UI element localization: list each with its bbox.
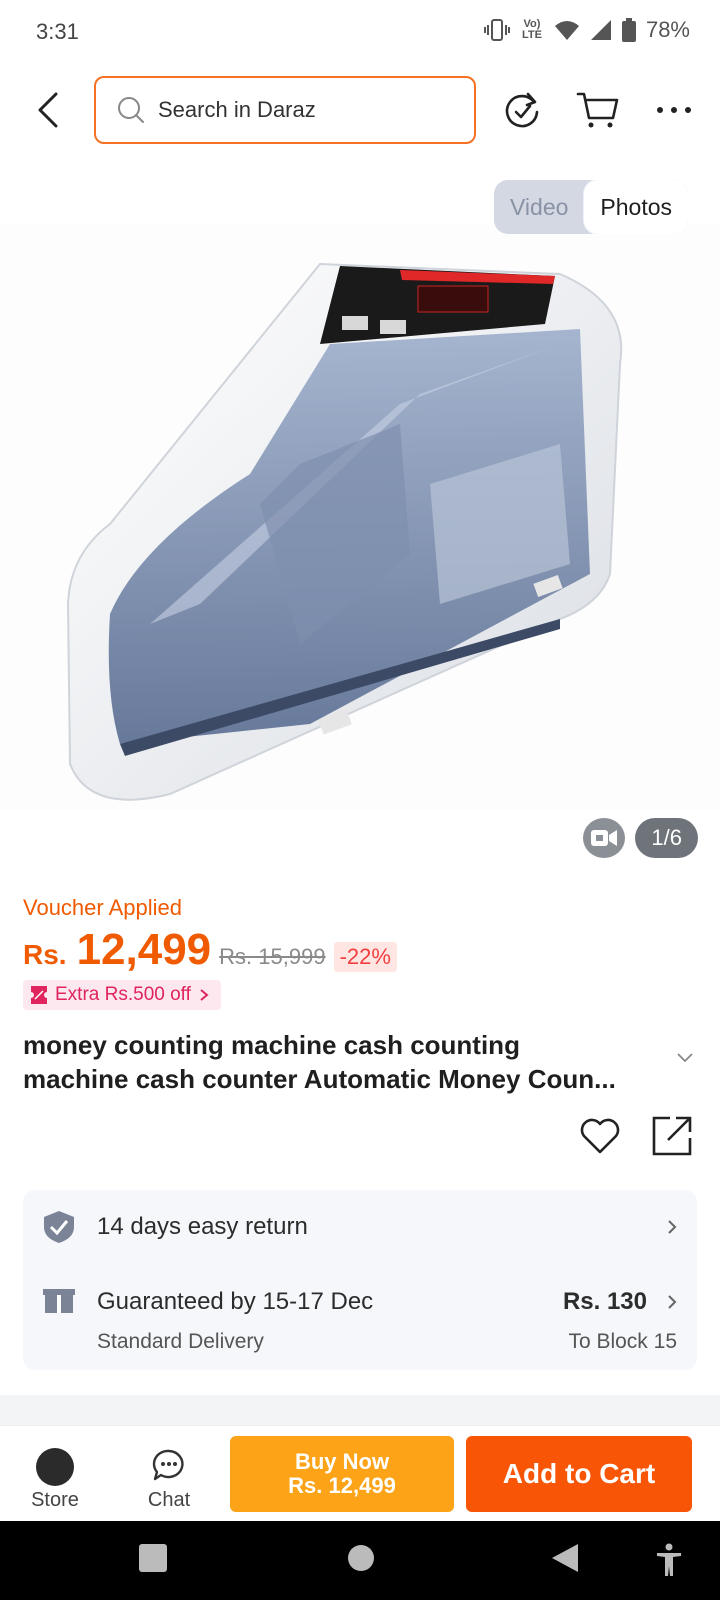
product-image[interactable]: [0, 224, 720, 810]
add-to-cart-button[interactable]: Add to Cart: [466, 1436, 692, 1512]
store-label: Store: [31, 1489, 79, 1511]
service-info-card: 14 days easy return Guaranteed by 15-17 …: [23, 1190, 697, 1370]
image-counter: 1/6: [635, 818, 698, 858]
refresh-icon[interactable]: [500, 88, 544, 132]
extra-offer-badge[interactable]: Extra Rs.500 off: [23, 980, 221, 1010]
return-policy-row[interactable]: 14 days easy return: [23, 1190, 697, 1264]
buy-now-button[interactable]: Buy Now Rs. 12,499: [230, 1436, 454, 1512]
system-nav-bar: [0, 1521, 720, 1600]
status-time: 3:31: [36, 19, 79, 44]
chevron-right-icon: [200, 989, 209, 1001]
video-camera-icon[interactable]: [583, 818, 626, 858]
share-icon[interactable]: [650, 1114, 694, 1158]
product-title-line-2: machine cash counter Automatic Money Cou…: [23, 1064, 616, 1094]
search-placeholder: Search in Daraz: [158, 97, 316, 122]
battery-level: 78%: [645, 17, 690, 42]
wishlist-heart-icon[interactable]: [578, 1114, 622, 1158]
chat-label: Chat: [147, 1489, 191, 1511]
section-divider: [0, 1395, 720, 1425]
chevron-right-icon: [668, 1220, 677, 1234]
gift-box-icon: [43, 1289, 75, 1313]
top-header: Search in Daraz: [0, 76, 720, 144]
chat-button[interactable]: Chat: [119, 1426, 219, 1522]
status-icons: Vo) LTE 78%: [483, 17, 690, 43]
search-icon: [118, 97, 144, 123]
original-price: Rs. 15,999: [219, 944, 326, 969]
extra-offer-text: Extra Rs.500 off: [55, 984, 191, 1005]
store-logo-icon: [36, 1448, 74, 1486]
tab-video[interactable]: Video: [494, 180, 584, 234]
buy-now-price: Rs. 12,499: [288, 1473, 396, 1498]
voucher-tag-icon: [31, 986, 47, 1004]
chevron-down-icon[interactable]: [676, 1052, 694, 1064]
product-title-line-1: money counting machine cash counting: [23, 1030, 520, 1060]
delivery-destination: To Block 15: [568, 1330, 677, 1353]
bottom-action-bar: Store Chat Buy Now Rs. 12,499 Add to Car…: [0, 1425, 720, 1521]
delivery-price: Rs. 130: [562, 1288, 647, 1315]
back-arrow-icon[interactable]: [30, 88, 70, 132]
delivery-row[interactable]: Guaranteed by 15-17 Dec Standard Deliver…: [23, 1264, 697, 1370]
accessibility-icon[interactable]: [654, 1543, 684, 1577]
signal-icon: [590, 20, 611, 40]
voucher-label: Voucher Applied: [23, 895, 183, 920]
cart-icon[interactable]: [576, 88, 620, 132]
home-circle-icon[interactable]: [346, 1543, 376, 1573]
delivery-guarantee-text: Guaranteed by 15-17 Dec: [97, 1288, 374, 1315]
price-row: Rs. 12,499 Rs. 15,999 -22%: [23, 925, 397, 975]
price-currency: Rs.: [23, 939, 67, 970]
current-price: 12,499: [76, 925, 212, 974]
tab-photos[interactable]: Photos: [584, 180, 689, 234]
more-options-icon[interactable]: [652, 88, 696, 132]
vibrate-icon: [483, 19, 510, 41]
delivery-type-text: Standard Delivery: [97, 1330, 264, 1353]
recents-square-icon[interactable]: [138, 1543, 168, 1573]
volte-icon: Vo) LTE: [521, 18, 542, 41]
search-input[interactable]: Search in Daraz: [94, 76, 476, 144]
media-toggle: Video Photos: [494, 180, 689, 234]
status-bar: 3:31 Vo) LTE 78%: [0, 0, 720, 64]
wifi-icon: [554, 21, 579, 40]
chat-bubble-icon: [152, 1449, 184, 1481]
product-title[interactable]: money counting machine cash counting mac…: [23, 1028, 673, 1096]
return-policy-text: 14 days easy return: [97, 1213, 308, 1240]
battery-icon: [621, 18, 636, 42]
back-triangle-icon[interactable]: [550, 1543, 580, 1573]
discount-badge: -22%: [333, 942, 397, 972]
gallery-pager: 1/6: [583, 818, 698, 858]
chevron-right-icon: [668, 1295, 677, 1309]
store-button[interactable]: Store: [5, 1426, 105, 1522]
shield-check-icon: [44, 1211, 74, 1243]
buy-now-label: Buy Now: [294, 1449, 390, 1474]
money-counter-image: [0, 224, 720, 810]
